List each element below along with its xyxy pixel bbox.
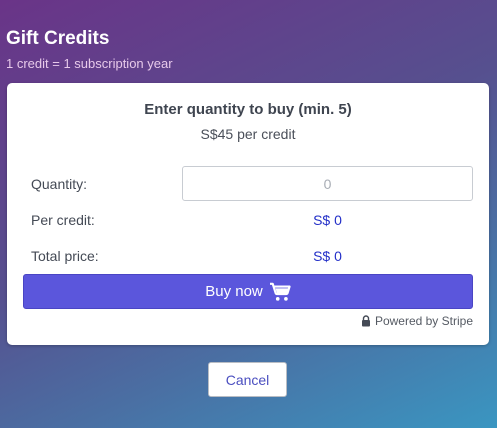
lock-icon — [361, 315, 371, 327]
total-price-value: S$ 0 — [313, 248, 342, 264]
buy-now-button[interactable]: Buy now — [23, 274, 473, 309]
cart-icon — [269, 282, 291, 302]
per-credit-value: S$ 0 — [313, 212, 342, 228]
quantity-heading: Enter quantity to buy (min. 5) — [144, 101, 352, 118]
per-credit-label: Per credit: — [31, 212, 95, 228]
powered-by-stripe: Powered by Stripe — [361, 314, 473, 328]
buy-now-label: Buy now — [205, 283, 263, 300]
quantity-input[interactable] — [182, 166, 473, 201]
dialog-title: Gift Credits — [6, 28, 110, 49]
total-price-label: Total price: — [31, 248, 99, 264]
quantity-label: Quantity: — [31, 176, 88, 192]
powered-by-text: Powered by Stripe — [374, 314, 473, 328]
price-per-credit-text: S$45 per credit — [200, 126, 296, 142]
purchase-card: Enter quantity to buy (min. 5) S$45 per … — [7, 83, 489, 345]
dialog-subtitle: 1 credit = 1 subscription year — [6, 56, 173, 71]
cancel-button[interactable]: Cancel — [208, 362, 287, 397]
